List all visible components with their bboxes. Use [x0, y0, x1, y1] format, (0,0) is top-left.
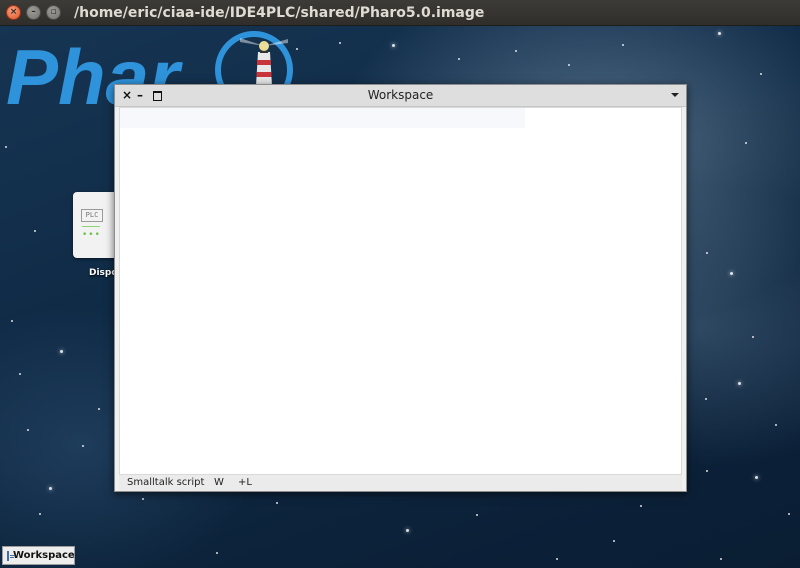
star	[640, 505, 642, 507]
star	[339, 42, 341, 44]
workspace-status-bar: Smalltalk script W +L	[119, 475, 682, 491]
taskbar-item-label: Workspace	[13, 550, 75, 561]
workspace-title-bar[interactable]: × – Workspace	[115, 85, 686, 107]
window-controls: × – ▫	[6, 5, 61, 20]
wrap-toggle[interactable]: W	[214, 475, 224, 491]
star	[705, 398, 707, 400]
plc-line	[82, 226, 100, 227]
star	[745, 142, 747, 144]
star	[142, 498, 144, 500]
star	[27, 429, 29, 431]
star	[458, 58, 460, 60]
workspace-window[interactable]: × – Workspace Smalltalk script W +L	[114, 84, 687, 492]
star	[775, 424, 777, 426]
star	[476, 514, 478, 516]
star	[622, 44, 624, 46]
star	[755, 476, 758, 479]
plc-dots-icon: •••	[82, 230, 101, 240]
window-title: /home/eric/ciaa-ide/IDE4PLC/shared/Pharo…	[74, 4, 485, 21]
workspace-title: Workspace	[367, 88, 434, 102]
star	[556, 558, 558, 560]
maximize-icon[interactable]: ▫	[46, 5, 61, 20]
syntax-mode-label[interactable]: Smalltalk script	[127, 475, 204, 491]
workspace-icon	[7, 550, 14, 561]
window-menu-chevron-down-icon[interactable]	[671, 93, 679, 97]
star	[98, 408, 100, 410]
star	[718, 32, 721, 35]
os-title-bar: × – ▫ /home/eric/ciaa-ide/IDE4PLC/shared…	[0, 0, 800, 26]
star	[738, 382, 741, 385]
star	[276, 502, 278, 504]
star	[82, 445, 84, 447]
star	[60, 350, 63, 353]
star	[788, 513, 790, 515]
star	[216, 552, 218, 554]
star	[19, 373, 21, 375]
star	[515, 50, 517, 52]
line-numbers-toggle[interactable]: +L	[238, 475, 252, 491]
star	[392, 44, 395, 47]
star	[39, 513, 41, 515]
workspace-editor[interactable]	[119, 107, 682, 475]
plc-badge: PLC	[81, 209, 103, 222]
star	[11, 320, 13, 322]
star	[720, 558, 722, 560]
star	[568, 64, 570, 66]
minimize-icon[interactable]: –	[26, 5, 41, 20]
star	[406, 529, 409, 532]
star	[730, 272, 733, 275]
star	[752, 336, 754, 338]
star	[5, 146, 7, 148]
star	[706, 470, 708, 472]
taskbar-item-workspace[interactable]: Workspace	[2, 546, 75, 565]
star	[613, 540, 615, 542]
star	[34, 230, 36, 232]
editor-current-line	[120, 108, 525, 128]
star	[706, 252, 708, 254]
star	[760, 73, 762, 75]
star	[49, 487, 52, 490]
close-icon[interactable]: ×	[6, 5, 21, 20]
